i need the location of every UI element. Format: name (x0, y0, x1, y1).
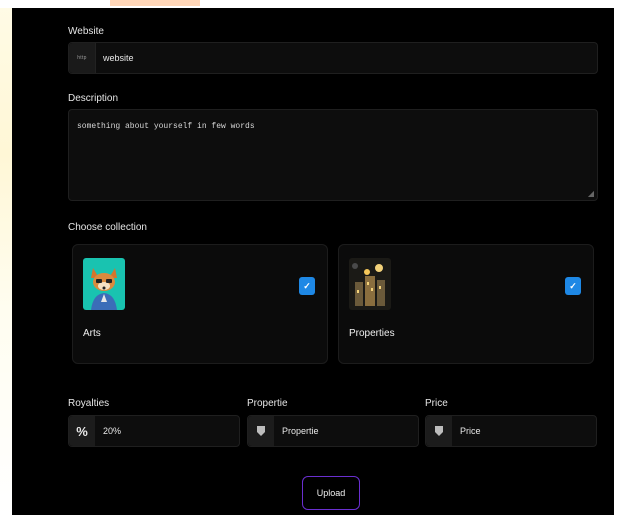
properties-title: Properties (349, 328, 395, 339)
propertie-input[interactable]: Propertie (247, 415, 419, 447)
price-input[interactable]: Price (425, 415, 597, 447)
tag-icon (248, 416, 274, 446)
royalties-label: Royalties (68, 398, 110, 409)
resize-handle-icon[interactable]: ◢ (588, 189, 594, 198)
properties-thumbnail (349, 258, 391, 310)
properties-check-icon[interactable]: ✓ (565, 277, 581, 295)
price-value: Price (460, 426, 481, 436)
description-label: Description (68, 93, 119, 104)
website-value: website (103, 53, 134, 63)
collection-card-arts[interactable]: ✓ Arts (72, 244, 328, 364)
propertie-label: Propertie (247, 398, 288, 409)
tag-icon (426, 416, 452, 446)
arts-thumbnail (83, 258, 125, 310)
description-placeholder: something about yourself in few words (77, 122, 255, 131)
description-textarea[interactable]: something about yourself in few words ◢ (68, 109, 598, 201)
arts-check-icon[interactable]: ✓ (299, 277, 315, 295)
collection-label: Choose collection (68, 222, 147, 233)
arts-title: Arts (83, 328, 101, 339)
collection-card-properties[interactable]: ✓ Properties (338, 244, 594, 364)
percent-icon: % (69, 416, 95, 446)
page-edge-decoration (0, 0, 12, 515)
banner-highlight (110, 0, 200, 6)
upload-button[interactable]: Upload (302, 476, 360, 510)
website-label: Website (68, 26, 104, 37)
royalties-value: 20% (103, 426, 122, 436)
create-item-form: Website http website Description somethi… (12, 8, 614, 515)
page-right-margin (614, 0, 638, 515)
price-label: Price (425, 398, 448, 409)
percent-symbol: % (76, 423, 88, 439)
royalties-input[interactable]: % 20% (68, 415, 240, 447)
website-field[interactable]: http website (68, 42, 598, 74)
propertie-value: Propertie (282, 426, 319, 436)
website-prefix: http (69, 43, 96, 73)
top-banner (0, 0, 638, 8)
